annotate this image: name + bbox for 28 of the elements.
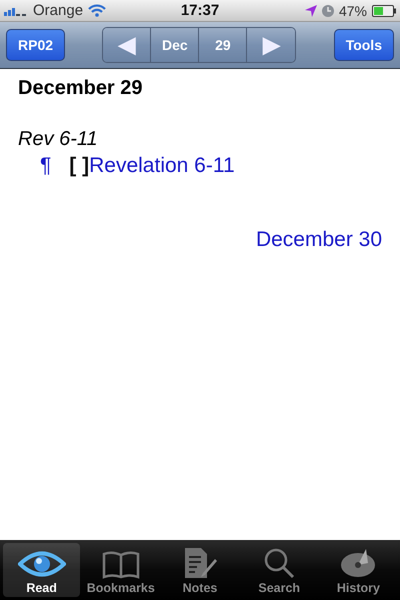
next-day-link[interactable]: December 30 bbox=[256, 228, 382, 251]
notes-icon bbox=[183, 547, 217, 579]
battery-icon bbox=[372, 4, 396, 16]
tab-item[interactable]: Search bbox=[240, 543, 318, 597]
history-icon bbox=[340, 547, 376, 579]
tab-item[interactable]: Notes bbox=[161, 543, 239, 597]
location-icon bbox=[304, 4, 317, 16]
tab-item[interactable]: Bookmarks bbox=[82, 543, 160, 597]
reading-link[interactable]: Revelation 6-11 bbox=[89, 154, 235, 178]
date-heading: December 29 bbox=[18, 77, 144, 100]
search-icon bbox=[263, 547, 296, 579]
read-checkbox[interactable]: [ ] bbox=[69, 154, 90, 178]
paragraph-link[interactable]: ¶ bbox=[40, 154, 52, 178]
rp02-button[interactable]: RP02 bbox=[6, 29, 66, 61]
month-button[interactable]: Dec bbox=[151, 28, 200, 62]
clock-icon bbox=[322, 4, 334, 16]
battery-percent: 47% bbox=[338, 2, 367, 18]
carrier-name: Orange bbox=[33, 2, 84, 19]
signal-icon bbox=[4, 6, 28, 16]
wifi-icon bbox=[88, 4, 106, 17]
status-time: 17:37 bbox=[180, 2, 220, 19]
eye-icon bbox=[18, 549, 66, 579]
passage-title: Rev 6-11 bbox=[18, 128, 99, 151]
tools-button[interactable]: Tools bbox=[334, 29, 394, 61]
tab-item[interactable]: Read bbox=[3, 543, 80, 597]
book-icon bbox=[102, 551, 140, 579]
tab-item[interactable]: History bbox=[320, 543, 398, 597]
day-button[interactable]: 29 bbox=[199, 28, 248, 62]
